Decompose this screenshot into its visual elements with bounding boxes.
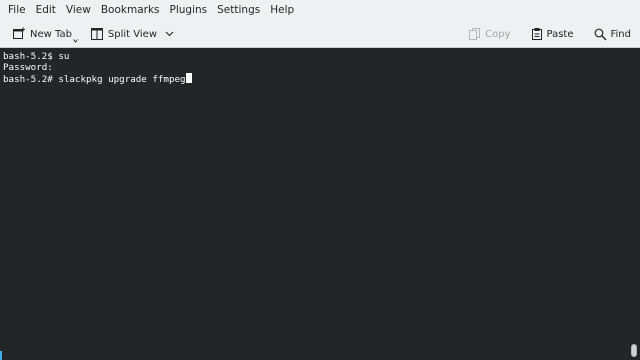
new-tab-button[interactable]: New Tab bbox=[8, 23, 82, 45]
terminal-line-current: bash-5.2# slackpkg upgrade ffmpeg bbox=[3, 73, 637, 85]
split-view-icon bbox=[90, 27, 104, 41]
menu-settings[interactable]: Settings bbox=[212, 0, 265, 21]
copy-label: Copy bbox=[485, 28, 511, 40]
search-icon bbox=[594, 28, 607, 41]
new-tab-icon bbox=[12, 27, 26, 41]
copy-icon bbox=[468, 27, 481, 41]
scrollbar-handle[interactable] bbox=[631, 344, 637, 357]
find-label: Find bbox=[610, 28, 632, 40]
menu-view[interactable]: View bbox=[61, 0, 96, 21]
paste-icon bbox=[531, 27, 543, 41]
activity-marker bbox=[0, 351, 2, 360]
toolbar: New Tab Split View Copy Paste Find bbox=[0, 21, 640, 48]
copy-button[interactable]: Copy bbox=[464, 23, 514, 45]
menu-plugins[interactable]: Plugins bbox=[165, 0, 213, 21]
paste-button[interactable]: Paste bbox=[527, 23, 578, 45]
menu-edit[interactable]: Edit bbox=[31, 0, 61, 21]
terminal-command: bash-5.2# slackpkg upgrade ffmpeg bbox=[3, 74, 186, 85]
paste-label: Paste bbox=[546, 28, 574, 40]
split-view-label: Split View bbox=[107, 28, 158, 40]
terminal-line: bash-5.2$ su bbox=[3, 51, 70, 62]
menu-file[interactable]: File bbox=[3, 0, 31, 21]
menu-help[interactable]: Help bbox=[265, 0, 299, 21]
new-tab-label: New Tab bbox=[30, 28, 72, 40]
chevron-down-icon[interactable] bbox=[165, 31, 174, 37]
terminal-output[interactable]: bash-5.2$ su Password: bash-5.2# slackpk… bbox=[0, 48, 640, 360]
menu-bookmarks[interactable]: Bookmarks bbox=[96, 0, 165, 21]
terminal-line: Password: bbox=[3, 62, 53, 73]
split-view-button[interactable]: Split View bbox=[86, 23, 178, 45]
new-tab-dropdown-icon[interactable] bbox=[73, 39, 78, 43]
text-cursor bbox=[185, 73, 192, 83]
menu-bar: File Edit View Bookmarks Plugins Setting… bbox=[0, 0, 640, 21]
find-button[interactable]: Find bbox=[590, 23, 636, 45]
